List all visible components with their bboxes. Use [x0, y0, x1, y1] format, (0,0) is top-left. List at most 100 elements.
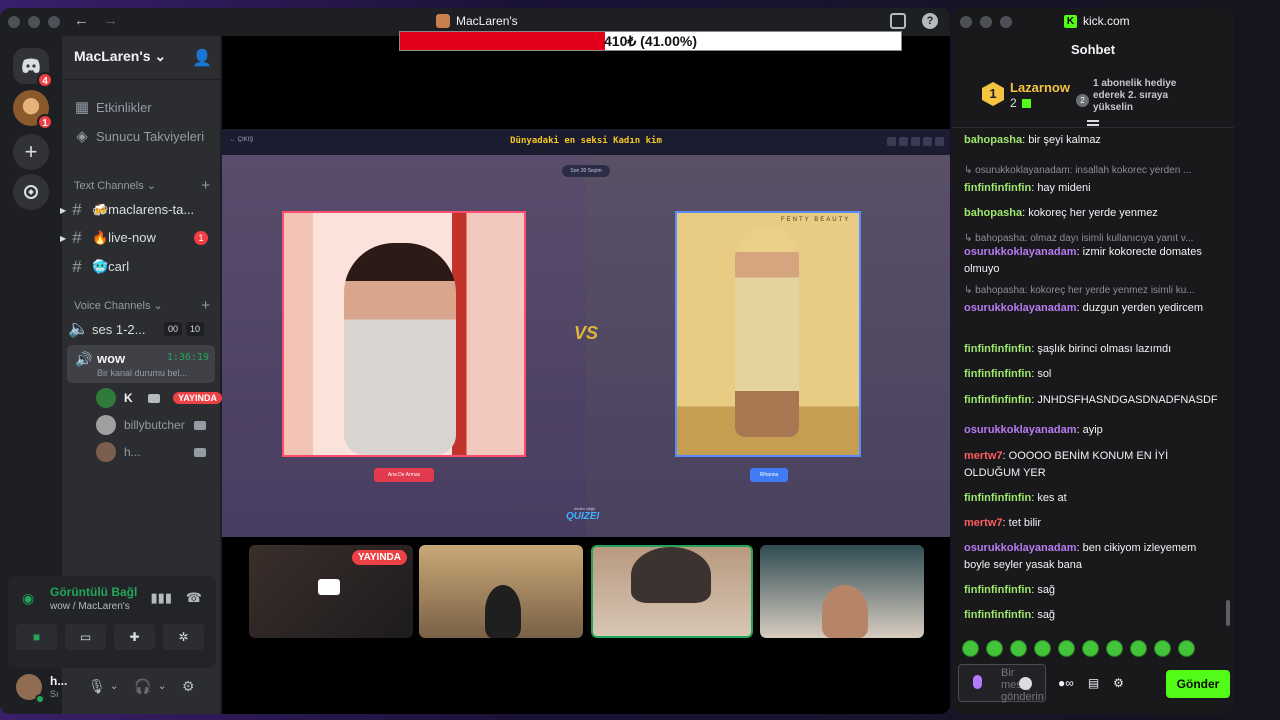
quiz-title: Dünyadaki en seksi Kadın kim — [510, 136, 662, 146]
chat-input[interactable]: Bir mesaj gönderin — [958, 664, 1046, 703]
maximize-window-button[interactable] — [1000, 16, 1012, 28]
emoji-icon[interactable] — [1019, 677, 1032, 690]
emote-icon[interactable] — [1178, 640, 1195, 657]
person-figure — [735, 227, 799, 437]
send-button[interactable]: Gönder — [1166, 670, 1230, 698]
add-server-button[interactable]: + — [13, 134, 49, 170]
chat-username[interactable]: mertw7 — [964, 450, 1003, 462]
disconnect-icon[interactable]: ☎ — [186, 590, 202, 606]
inbox-icon[interactable] — [890, 13, 906, 29]
participant-tile-speaking[interactable] — [591, 545, 753, 638]
emote-icon[interactable] — [1154, 640, 1171, 657]
mic-icon[interactable]: 🎙 — [88, 678, 106, 695]
events-link[interactable]: ▦ Etkinlikler — [74, 98, 152, 116]
chat-message: finfinfinfinfin: sol — [964, 366, 1220, 383]
close-window-button[interactable] — [960, 16, 972, 28]
minimize-window-button[interactable] — [980, 16, 992, 28]
points-icon[interactable]: ●∞ — [1058, 676, 1074, 690]
maximize-window-button[interactable] — [48, 16, 60, 28]
channel-status[interactable]: Bir kanal durumu bel... — [97, 368, 187, 378]
gear-icon[interactable]: ⚙ — [1113, 676, 1124, 690]
close-window-button[interactable] — [8, 16, 20, 28]
channel-live-now[interactable]: ▶ # 🔥live-now 1 — [60, 226, 214, 250]
user-panel: h... Sı 🎙 ⌄ 🎧 ⌄ ⚙ — [8, 670, 216, 710]
chat-username[interactable]: finfinfinfinfin — [964, 368, 1031, 380]
emote-icon[interactable] — [1082, 640, 1099, 657]
stream-video[interactable]: ← ÇIKIŞ Dünyadaki en seksi Kadın kim Son… — [222, 129, 950, 537]
chat-username[interactable]: finfinfinfinfin — [964, 609, 1031, 621]
mention-badge: 1 — [194, 231, 208, 245]
participant-tile[interactable]: YAYINDA — [249, 545, 413, 638]
chat-username[interactable]: osurukkoklayanadam — [964, 542, 1077, 554]
gift-prompt: 1 abonelik hediye ederek 2. sıraya yükse… — [1093, 78, 1177, 113]
tool-icon — [887, 137, 896, 146]
headphones-icon[interactable]: 🎧 — [134, 678, 151, 695]
kick-chat-window: K kick.com Sohbet 1 Lazarnow 2 2 1 abone… — [952, 8, 1234, 714]
back-arrow-icon[interactable]: ← — [74, 12, 89, 29]
chat-username[interactable]: finfinfinfinfin — [964, 584, 1031, 596]
soundboard-icon: ✲ — [178, 630, 189, 644]
discord-home-button[interactable]: 4 — [13, 48, 53, 88]
chat-username[interactable]: bahopasha — [964, 134, 1022, 146]
create-channel-icon[interactable]: + — [201, 177, 210, 194]
chat-username[interactable]: osurukkoklayanadam — [964, 424, 1077, 436]
store-icon[interactable]: ▤ — [1088, 676, 1099, 690]
server-maclarens[interactable]: 1 — [13, 90, 53, 130]
camera-button[interactable]: ■ — [16, 624, 57, 650]
chat-username[interactable]: osurukkoklayanadam — [964, 302, 1077, 314]
server-thumb-icon — [436, 14, 450, 28]
emote-icon[interactable] — [1010, 640, 1027, 657]
chat-username[interactable]: osurukkoklayanadam — [964, 246, 1077, 258]
minimize-window-button[interactable] — [28, 16, 40, 28]
activities-button[interactable]: ✚ — [114, 624, 155, 650]
voice-user-name: h... — [124, 445, 141, 459]
chat-username[interactable]: mertw7 — [964, 517, 1003, 529]
gear-icon[interactable]: ⚙ — [182, 678, 195, 695]
quiz-header: ← ÇIKIŞ Dünyadaki en seksi Kadın kim — [222, 129, 950, 155]
chat-username[interactable]: finfinfinfinfin — [964, 343, 1031, 355]
versus-icon: VS — [574, 323, 599, 343]
channel-carl[interactable]: # 🥶carl — [68, 255, 214, 279]
discover-button[interactable] — [13, 174, 49, 210]
forward-arrow-icon[interactable]: → — [103, 12, 118, 29]
chat-username[interactable]: finfinfinfinfin — [964, 492, 1031, 504]
voice-status-subtitle[interactable]: wow / MacLaren's — [50, 601, 130, 612]
chat-username[interactable]: finfinfinfinfin — [964, 394, 1031, 406]
mic-icon[interactable] — [973, 675, 982, 689]
voice-channel-wow[interactable]: 🔊 wow 1:36:19 Bir kanal durumu bel... — [67, 345, 215, 383]
chat-username[interactable]: finfinfinfinfin — [964, 182, 1031, 194]
help-icon[interactable]: ? — [922, 13, 938, 29]
leader-username[interactable]: Lazarnow — [1010, 80, 1070, 95]
participant-tile[interactable] — [419, 545, 583, 638]
noise-suppression-icon[interactable]: ▮▮▮ — [151, 590, 172, 606]
mic-options-chevron-icon[interactable]: ⌄ — [110, 681, 118, 692]
channel-maclarens-talk[interactable]: ▶ # 🍻maclarens-ta... — [60, 198, 214, 222]
collapse-icon[interactable] — [1087, 120, 1099, 126]
voice-user[interactable]: h... — [96, 441, 216, 463]
emote-icon[interactable] — [1130, 640, 1147, 657]
audio-options-chevron-icon[interactable]: ⌄ — [158, 681, 166, 692]
compass-icon — [24, 185, 38, 199]
voice-user[interactable]: K YAYINDA — [96, 387, 222, 409]
server-header[interactable]: MacLaren's ⌄ 👤 — [62, 36, 220, 80]
create-voice-channel-icon[interactable]: + — [201, 297, 210, 314]
emote-icon[interactable] — [1058, 640, 1075, 657]
invite-people-icon[interactable]: 👤 — [192, 48, 212, 67]
live-badge: YAYINDA — [351, 550, 407, 565]
user-max: 10 — [186, 322, 205, 336]
emote-icon[interactable] — [1034, 640, 1051, 657]
emote-icon[interactable] — [1106, 640, 1123, 657]
participant-tile[interactable] — [760, 545, 924, 638]
boosts-link[interactable]: ◈ Sunucu Takviyeleri — [74, 127, 204, 145]
chat-username[interactable]: bahopasha — [964, 207, 1022, 219]
emote-icon[interactable] — [962, 640, 979, 657]
voice-status-title: Görüntülü Bağl — [50, 585, 138, 599]
soundboard-button[interactable]: ✲ — [163, 624, 204, 650]
text-channels-category[interactable]: Text Channels ⌄ + — [74, 177, 214, 194]
voice-user[interactable]: billybutcher — [96, 414, 216, 436]
voice-channel-ses[interactable]: 🔈 ses 1-2... 00 10 — [68, 317, 214, 341]
voice-channels-category[interactable]: Voice Channels ⌄ + — [74, 297, 214, 314]
emote-icon[interactable] — [986, 640, 1003, 657]
chat-scrollbar[interactable] — [1226, 600, 1230, 626]
screen-share-button[interactable]: ▭ — [65, 624, 106, 650]
